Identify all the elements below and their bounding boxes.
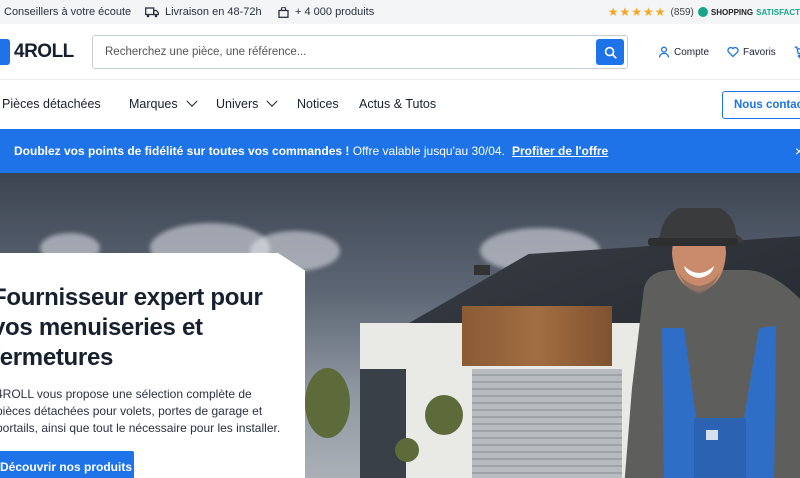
chimney-image (474, 265, 490, 275)
shop-brand-text: SHOPPING (710, 7, 754, 17)
stars-icon: ★★★★★ (607, 5, 667, 19)
nav-label: Actus & Tutos (359, 97, 437, 111)
wood-cladding-image (462, 306, 612, 366)
shopping-satisfaction-badge: SHOPPING SATISFACT (697, 7, 800, 17)
products-info: + 4 000 produits (278, 6, 374, 18)
search-bar (92, 35, 628, 69)
window-image (360, 369, 406, 478)
close-icon[interactable]: × (795, 143, 800, 159)
bag-icon (278, 6, 289, 18)
hero-title: Fournisseur expert pour vos menuiseries … (0, 284, 263, 371)
search-icon (604, 46, 617, 59)
nav-label: Pièces détachées (2, 97, 101, 111)
products-text: + 4 000 produits (295, 6, 375, 18)
garage-door-image (472, 369, 622, 478)
contact-button[interactable]: Nous contacter (722, 91, 800, 119)
chevron-down-icon (266, 95, 279, 107)
discover-products-button[interactable]: Découvrir nos produits (0, 451, 134, 478)
site-header: 4ROLL Compte Favoris 21 Pa (0, 24, 800, 80)
promo-rest: Offre valable jusqu'au 30/04. (349, 144, 505, 158)
promo-bold: Doublez vos points de fidélité sur toute… (14, 144, 350, 158)
favorites-link[interactable]: Favoris (727, 46, 776, 58)
favorites-label: Favoris (743, 46, 776, 58)
nav-label: Notices (297, 97, 339, 111)
hero-banner: Fournisseur expert pour vos menuiseries … (0, 173, 800, 478)
hero-description: 4ROLL vous propose une sélection complèt… (0, 387, 281, 435)
account-label: Compte (674, 46, 710, 58)
nav-item-actus[interactable]: Actus & Tutos (359, 97, 436, 111)
user-icon (658, 46, 670, 58)
check-icon (697, 7, 708, 17)
rating-count: (859) (670, 6, 694, 18)
rating-widget[interactable]: ★★★★★ (859) SHOPPING SATISFACT (608, 5, 800, 19)
delivery-info: Livraison en 48-72h (145, 6, 262, 18)
promo-banner: Doublez vos points de fidélité sur toute… (0, 129, 800, 173)
nav-label: Univers (216, 97, 259, 111)
main-nav: Pièces détachées Marques Univers Notices… (0, 80, 800, 129)
shrub-image (395, 438, 419, 462)
nav-item-marques[interactable]: Marques (129, 95, 198, 111)
tree-image (425, 395, 463, 435)
promo-cta-link[interactable]: Profiter de l'offre (512, 144, 608, 158)
nav-item-notices[interactable]: Notices (297, 97, 339, 111)
site-logo[interactable]: 4ROLL (0, 39, 74, 65)
tree-image (305, 368, 350, 438)
promo-message: Doublez vos points de fidélité sur toute… (14, 144, 505, 158)
search-button[interactable] (596, 39, 624, 65)
header-links: Compte Favoris 21 Pa (658, 24, 800, 80)
advisors-text: Conseillers à votre écoute (4, 6, 132, 18)
account-link[interactable]: Compte (658, 46, 709, 58)
nav-label: Marques (129, 97, 178, 111)
delivery-text: Livraison en 48-72h (165, 6, 262, 18)
hero-card: Fournisseur expert pour vos menuiseries … (0, 253, 305, 478)
nav-item-pieces[interactable]: Pièces détachées (2, 97, 101, 111)
cart-link[interactable]: 21 Pa (794, 46, 800, 61)
shop-accent-text: SATISFACT (756, 7, 800, 17)
top-info-bar: Conseillers à votre écoute Livraison en … (0, 0, 800, 24)
worker-photo (624, 208, 800, 478)
logo-text: 4ROLL (14, 41, 74, 62)
nav-item-univers[interactable]: Univers (216, 95, 279, 111)
heart-icon (727, 46, 739, 58)
search-input[interactable] (93, 36, 596, 68)
logo-mark (0, 39, 10, 65)
advisors-info: Conseillers à votre écoute (4, 6, 131, 18)
truck-icon (145, 6, 159, 17)
chevron-down-icon (185, 95, 198, 107)
